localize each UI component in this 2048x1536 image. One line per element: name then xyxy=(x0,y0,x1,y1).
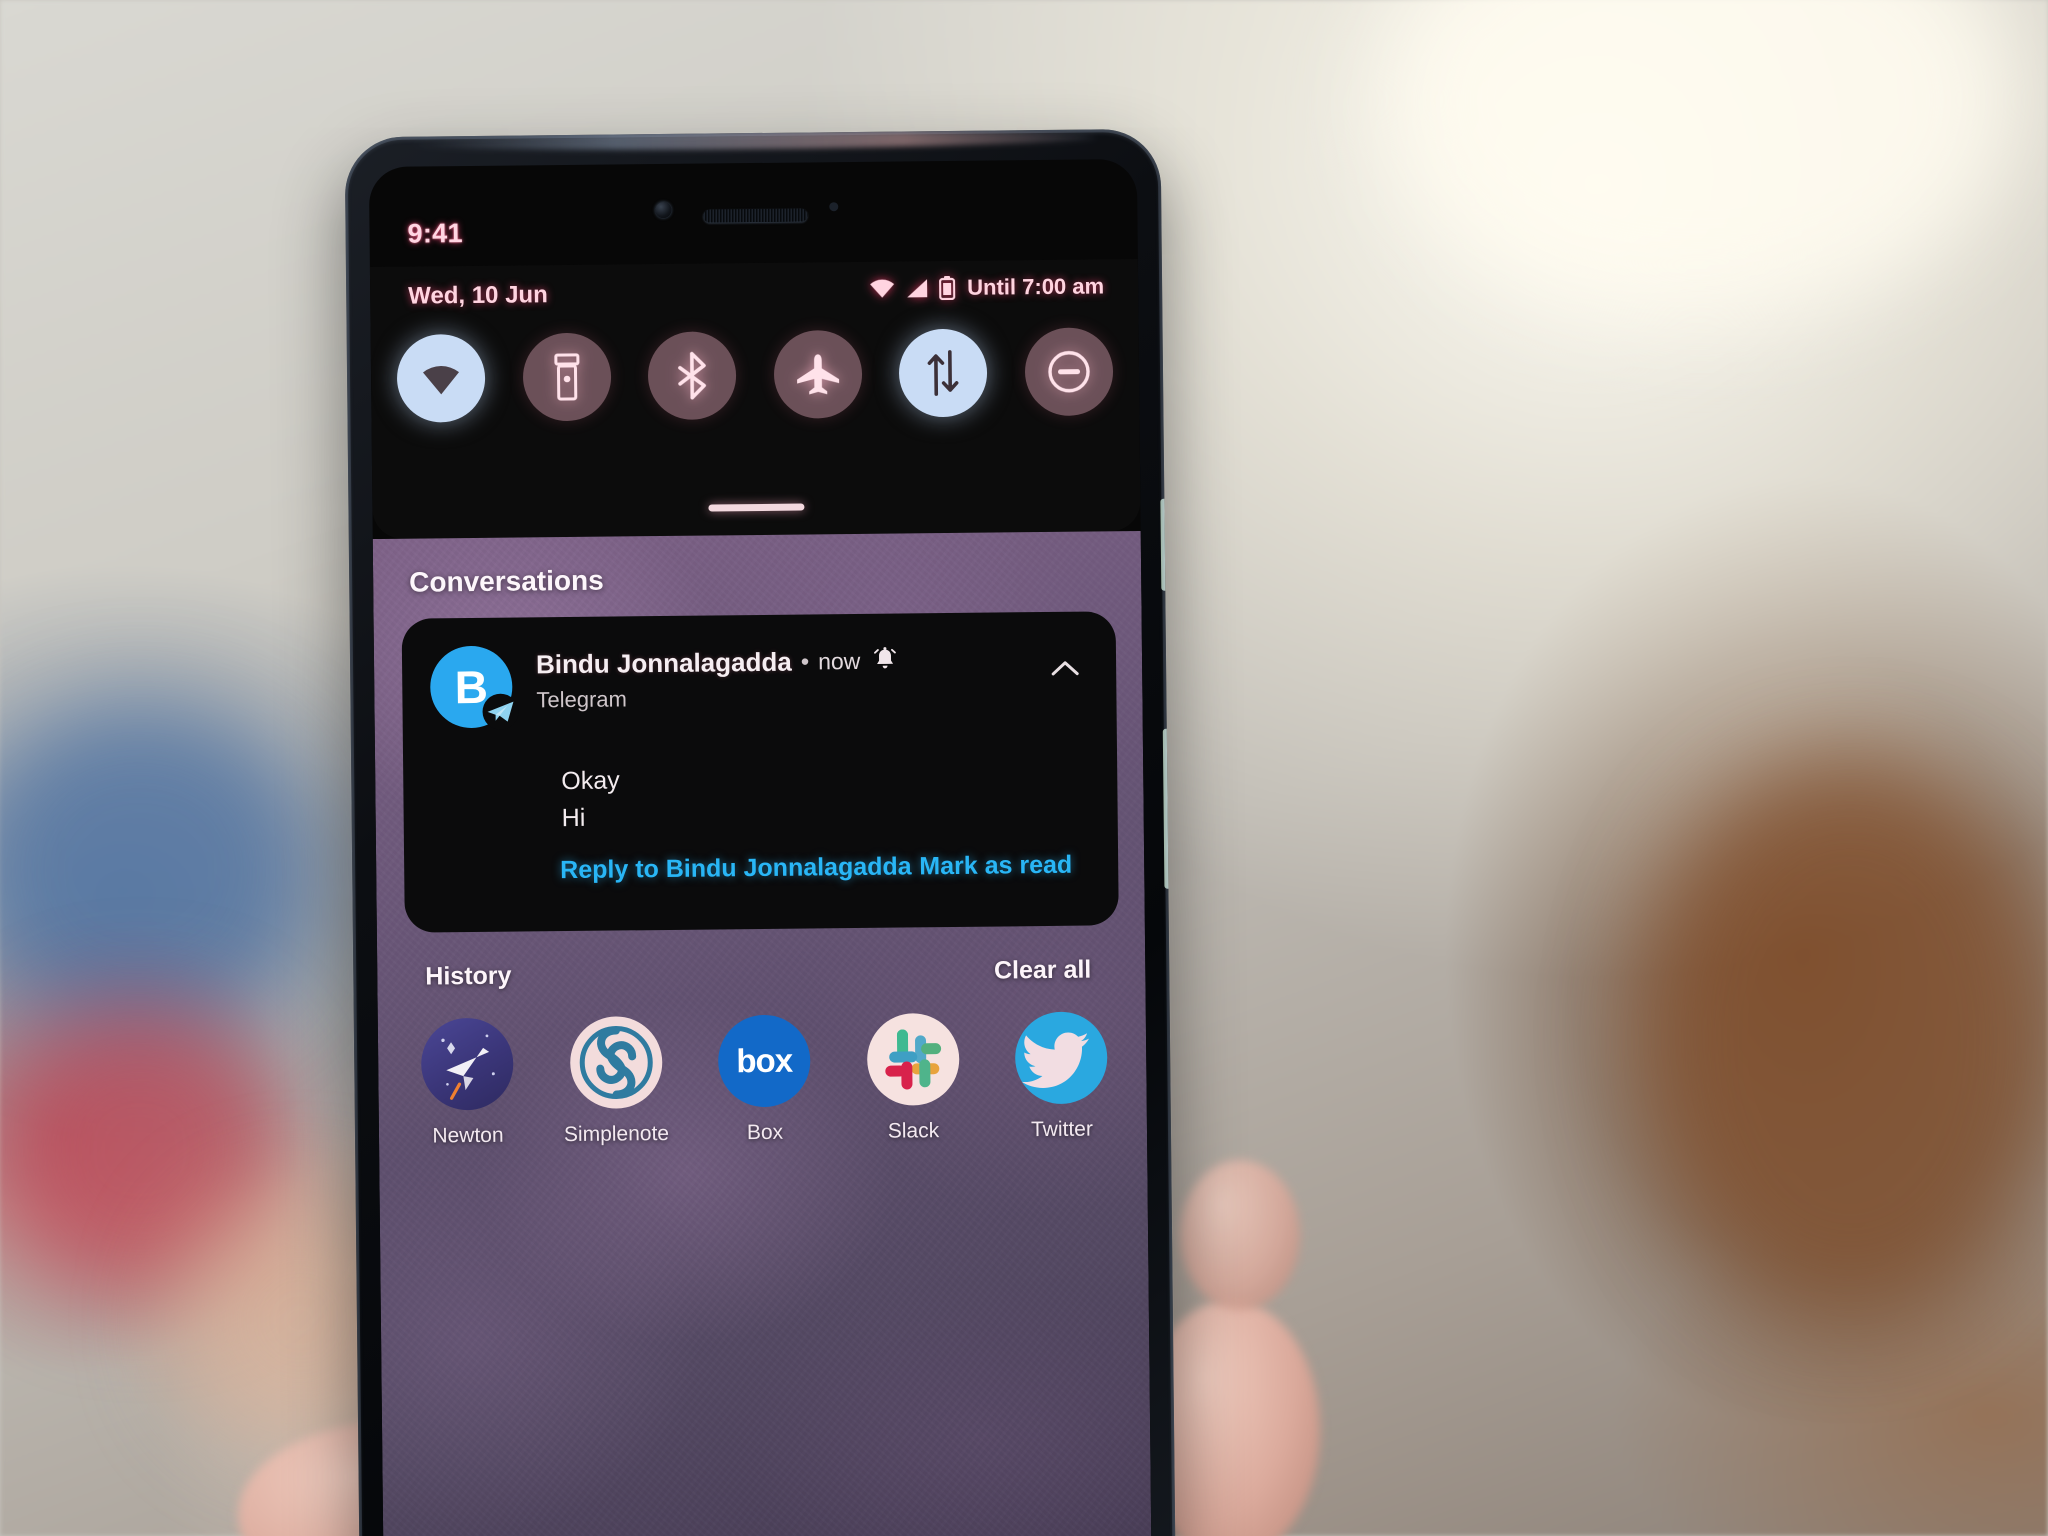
app-label: Slack xyxy=(887,1119,940,1143)
twitter-icon xyxy=(1014,1011,1108,1105)
status-bar-clock: 9:41 xyxy=(407,218,463,249)
bluetooth-tile[interactable] xyxy=(647,331,737,421)
shade-drag-handle[interactable] xyxy=(708,503,805,512)
notification-sender: Bindu Jonnalagadda xyxy=(535,646,792,680)
notification-message-list: Okay Hi xyxy=(561,758,1090,838)
do-not-disturb-tile[interactable] xyxy=(1024,327,1114,417)
notification-title-line: Bindu Jonnalagadda • now xyxy=(536,644,1088,681)
battery-icon xyxy=(939,275,956,301)
cell-signal-icon xyxy=(905,278,929,298)
notification-app-name: Telegram xyxy=(536,686,628,713)
quick-settings-date: Wed, 10 Jun xyxy=(408,281,548,310)
message-line: Okay xyxy=(561,766,620,796)
recent-app-newton[interactable]: Newton xyxy=(412,1017,523,1149)
wifi-tile[interactable] xyxy=(396,333,486,423)
conversation-notification-card[interactable]: B Bindu Jonnalagadda • now Telegram Okay… xyxy=(401,611,1119,933)
shade-footer: History Clear all xyxy=(377,955,1145,1009)
quick-settings-status-icons: Until 7:00 am xyxy=(869,273,1104,301)
notification-actions: Reply to Bindu Jonnalagadda Mark as read xyxy=(560,851,1072,885)
quick-settings-header: Wed, 10 Jun Until 7:00 am xyxy=(370,259,1139,331)
avatar: B xyxy=(429,645,519,730)
bluetooth-icon xyxy=(678,351,707,400)
recent-app-simplenote[interactable]: Simplenote xyxy=(560,1016,671,1147)
simplenote-icon xyxy=(569,1016,663,1110)
box-icon: box xyxy=(717,1014,811,1108)
mark-as-read-action[interactable]: Mark as read xyxy=(919,851,1072,882)
wallpaper-area: Conversations B Bindu Jonnalagadda • now… xyxy=(372,530,1152,1536)
newton-icon xyxy=(420,1017,514,1111)
clear-all-button[interactable]: Clear all xyxy=(994,956,1092,986)
message-line: Hi xyxy=(561,803,586,833)
slack-icon xyxy=(866,1012,960,1106)
mobile-data-tile[interactable] xyxy=(898,328,988,418)
phone-screen: 9:41 Wed, 10 Jun Until 7:00 am Conversat… xyxy=(368,159,1152,1536)
app-label: Newton xyxy=(432,1123,504,1148)
recent-apps-row: Newton Simplenote box Box Slack Twitter xyxy=(412,1011,1117,1148)
do-not-disturb-icon xyxy=(1048,351,1090,393)
telegram-icon xyxy=(482,693,519,730)
notification-header-row: B Bindu Jonnalagadda • now Telegram xyxy=(429,640,1089,730)
battery-status-text: Until 7:00 am xyxy=(967,273,1105,300)
conversations-section-header: Conversations xyxy=(409,564,604,598)
wifi-icon xyxy=(869,279,895,299)
data-transfer-icon xyxy=(928,350,959,396)
phone-device: 9:41 Wed, 10 Jun Until 7:00 am Conversat… xyxy=(344,128,1176,1536)
notification-separator: • xyxy=(800,647,810,676)
quick-settings-panel: Wed, 10 Jun Until 7:00 am xyxy=(369,259,1141,540)
status-bar: 9:41 xyxy=(369,159,1138,267)
wifi-icon xyxy=(423,366,460,395)
bell-alert-icon xyxy=(873,647,897,676)
notification-timestamp: now xyxy=(818,647,861,675)
recent-app-box[interactable]: box Box xyxy=(709,1014,820,1145)
history-button[interactable]: History xyxy=(425,962,511,992)
recent-app-twitter[interactable]: Twitter xyxy=(1006,1011,1117,1142)
airplane-mode-tile[interactable] xyxy=(773,329,863,419)
recent-app-slack[interactable]: Slack xyxy=(857,1012,968,1144)
reply-action[interactable]: Reply to Bindu Jonnalagadda xyxy=(560,852,912,885)
app-label: Box xyxy=(746,1120,784,1145)
hand-knuckle xyxy=(1180,1160,1300,1310)
quick-settings-tiles xyxy=(396,327,1114,423)
app-label: Twitter xyxy=(1030,1117,1094,1142)
app-label: Simplenote xyxy=(563,1121,670,1147)
airplane-icon xyxy=(796,354,839,395)
flashlight-tile[interactable] xyxy=(522,332,612,422)
chevron-up-icon[interactable] xyxy=(1048,652,1082,686)
flashlight-icon xyxy=(553,353,579,401)
notification-text-block: Bindu Jonnalagadda • now Telegram xyxy=(536,640,1089,714)
